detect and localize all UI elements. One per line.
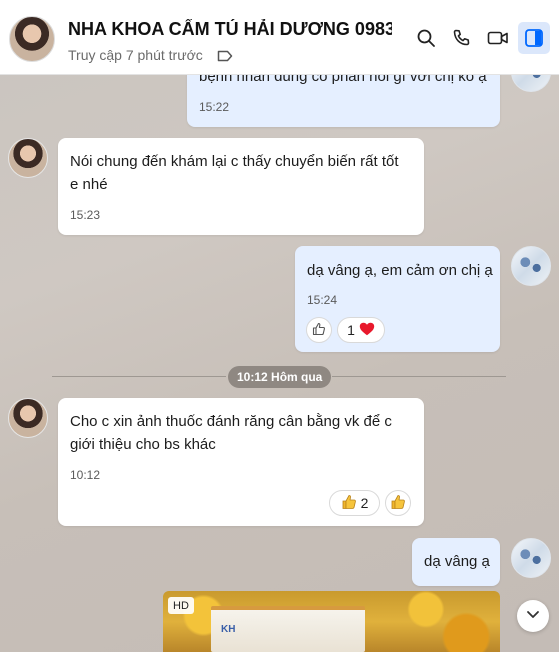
sender-avatar[interactable] [8, 398, 48, 438]
message-time: 10:12 [70, 468, 101, 482]
thumbs-up-emoji-icon [341, 494, 357, 513]
search-icon[interactable] [414, 26, 438, 50]
video-call-icon[interactable] [486, 26, 510, 50]
reaction-heart-chip[interactable]: 1 [337, 317, 385, 343]
reaction-thumbs-chip[interactable]: 2 [329, 490, 380, 516]
product-box-image: KH [211, 606, 365, 652]
chevron-down-icon [525, 606, 541, 627]
scroll-to-bottom-button[interactable] [517, 600, 549, 632]
message-text: dạ vâng ạ, em cảm ơn chị ạ [307, 262, 493, 279]
message-text-line-2: e nhé [70, 176, 108, 193]
message-bubble-received[interactable]: Nói chung đến khám lại c thấy chuyển biế… [58, 138, 424, 235]
message-time: 15:23 [70, 208, 101, 222]
contact-status-row: Truy cập 7 phút trước [68, 47, 233, 63]
contact-name[interactable]: NHA KHOA CẨM TÚ HẢI DƯƠNG 09833 [68, 19, 392, 41]
date-divider-label: 10:12 Hôm qua [228, 366, 332, 388]
label-tag-icon[interactable] [217, 49, 233, 62]
message-text-line-2: giới thiệu cho bs khác [70, 436, 216, 453]
date-divider-line [52, 376, 226, 377]
thumbs-up-emoji-icon [390, 494, 406, 513]
toggle-info-panel-icon[interactable] [518, 22, 550, 54]
add-reaction-button[interactable] [385, 490, 411, 516]
date-divider-line [332, 376, 506, 377]
message-text-line-1: Nói chung đến khám lại c thấy chuyển biế… [70, 153, 399, 170]
product-logo: KH [221, 624, 236, 635]
message-text: dạ vâng ạ [424, 553, 490, 570]
message-time: 15:24 [307, 293, 338, 307]
message-text-line-1: Cho c xin ảnh thuốc đánh răng cân bằng v… [70, 413, 392, 430]
hd-badge: HD [168, 597, 194, 614]
image-message[interactable]: HD KH [163, 591, 500, 652]
my-avatar[interactable] [511, 538, 551, 578]
thumbs-up-outline-icon [312, 322, 326, 339]
last-seen-status: Truy cập 7 phút trước [68, 47, 203, 63]
reaction-count: 2 [360, 495, 369, 511]
my-avatar[interactable] [511, 246, 551, 286]
phone-call-icon[interactable] [450, 26, 474, 50]
contact-avatar[interactable] [9, 16, 55, 62]
reaction-count: 1 [347, 322, 355, 338]
heart-icon [359, 322, 375, 339]
add-reaction-button[interactable] [306, 317, 332, 343]
message-bubble-sent[interactable]: dạ vâng ạ [412, 538, 500, 586]
message-time: 15:22 [199, 100, 230, 114]
chat-header: NHA KHOA CẨM TÚ HẢI DƯƠNG 09833 Truy cập… [0, 0, 559, 75]
sender-avatar[interactable] [8, 138, 48, 178]
